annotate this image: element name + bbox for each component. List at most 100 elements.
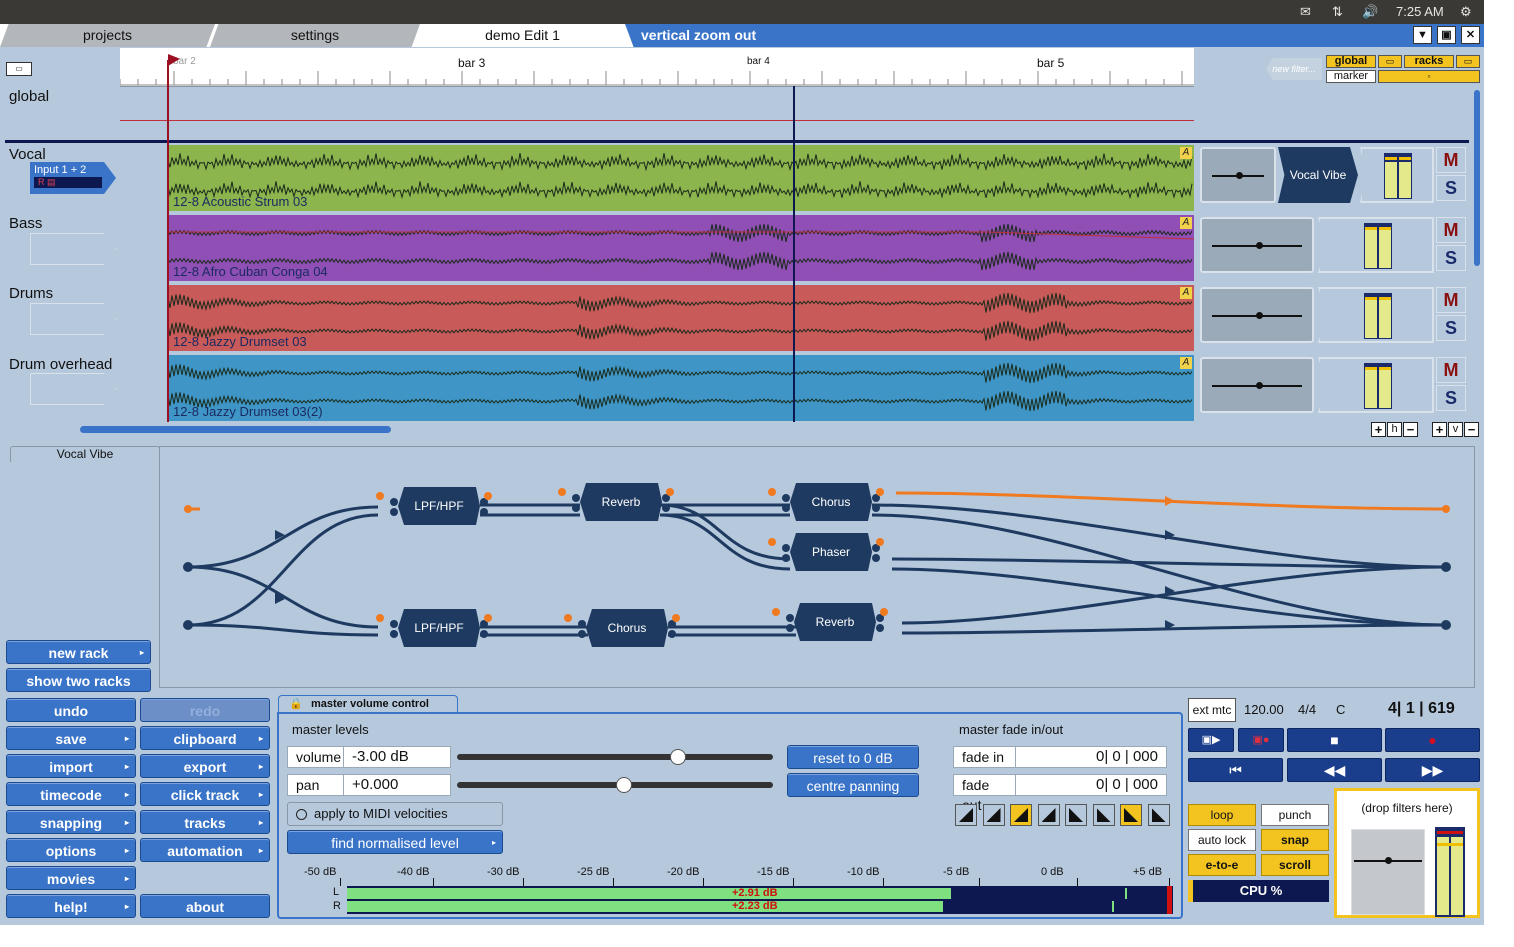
punch-button[interactable]: punch: [1261, 804, 1329, 826]
timecode-button[interactable]: timecode ▸: [6, 782, 136, 806]
rack-pin[interactable]: [876, 488, 884, 496]
rack-pin[interactable]: [768, 538, 776, 546]
link-button[interactable]: ▭: [1378, 55, 1402, 68]
mute-button[interactable]: M: [1436, 287, 1466, 313]
zoom-h-plus[interactable]: +: [1371, 422, 1386, 437]
audio-clip[interactable]: 12-8 Jazzy Drumset 03 A: [168, 285, 1194, 351]
track-volume-plugin[interactable]: [1200, 357, 1314, 413]
fader-knob[interactable]: [1236, 172, 1243, 179]
rack-pin[interactable]: [880, 608, 888, 616]
snapping-button[interactable]: snapping ▸: [6, 810, 136, 834]
master-tab[interactable]: 🔒 master volume control: [278, 695, 458, 713]
rack-connection[interactable]: [480, 625, 588, 637]
fade-shape-button[interactable]: [1065, 804, 1087, 826]
e-to-e-button[interactable]: e-to-e: [1188, 854, 1256, 876]
input-slot[interactable]: [30, 233, 116, 265]
level-meter-plugin[interactable]: [1360, 147, 1434, 203]
rack-pin[interactable]: [390, 508, 398, 516]
volume-value-field[interactable]: -3.00 dB: [343, 746, 451, 768]
rack-pin[interactable]: [786, 624, 794, 632]
audio-clip[interactable]: 12-8 Jazzy Drumset 03(2) A: [168, 355, 1194, 421]
mute-button[interactable]: M: [1436, 147, 1466, 173]
mute-button[interactable]: M: [1436, 217, 1466, 243]
zoom-v-plus[interactable]: +: [1432, 422, 1447, 437]
racks-button[interactable]: racks: [1404, 55, 1454, 68]
close-button[interactable]: ✕: [1461, 26, 1480, 44]
rack-plugin-node[interactable]: Reverb: [794, 603, 876, 641]
master-filter-drop-zone[interactable]: (drop filters here): [1334, 788, 1480, 918]
track-name-bass[interactable]: Bass: [9, 215, 42, 232]
vertical-scrollbar[interactable]: [1474, 90, 1480, 266]
rack-pin[interactable]: [390, 498, 398, 506]
rack-pin[interactable]: [662, 504, 670, 512]
rack-pin[interactable]: [564, 614, 572, 622]
master-fader[interactable]: [1351, 829, 1425, 915]
rack-editor[interactable]: LPF/HPF Reverb Chorus Phaser LPF/HPF Chorus Re…: [159, 446, 1475, 688]
rack-pin[interactable]: [876, 538, 884, 546]
fader-knob[interactable]: [1256, 312, 1263, 319]
tempo-display[interactable]: 120.00: [1244, 702, 1284, 717]
input-device-box[interactable]: Input 1 + 2R ▤: [30, 162, 116, 194]
rack-pin[interactable]: [782, 544, 790, 552]
automation-button[interactable]: automation ▸: [140, 838, 270, 862]
rack-pin[interactable]: [872, 504, 880, 512]
input-slot[interactable]: [30, 373, 116, 405]
track-volume-plugin[interactable]: [1200, 147, 1276, 203]
fade-shape-button[interactable]: [1092, 804, 1115, 826]
fade-in-field[interactable]: 0| 0 | 000: [1015, 746, 1167, 768]
network-icon[interactable]: ⇅: [1332, 4, 1343, 20]
rack-pin[interactable]: [786, 614, 794, 622]
new-filter-button[interactable]: new filter...: [1266, 58, 1322, 80]
audio-clip[interactable]: 12-8 Afro Cuban Conga 04 A: [168, 215, 1194, 281]
dropdown-button[interactable]: ▼: [1413, 26, 1432, 44]
rack-pin[interactable]: [578, 620, 586, 628]
global-track[interactable]: [120, 86, 1194, 139]
export-button[interactable]: export ▸: [140, 754, 270, 778]
snap-button[interactable]: snap: [1261, 829, 1329, 851]
mute-button[interactable]: M: [1436, 357, 1466, 383]
rack-pin[interactable]: [772, 608, 780, 616]
tracks-button[interactable]: tracks ▸: [140, 810, 270, 834]
vertical-zoom-out-tab[interactable]: vertical zoom out: [625, 24, 1484, 47]
rack-connection[interactable]: [668, 625, 796, 637]
go-to-start-button[interactable]: ⏮: [1188, 758, 1283, 782]
rack-pin[interactable]: [572, 504, 580, 512]
pan-slider[interactable]: [457, 777, 773, 793]
rack-pin[interactable]: [782, 504, 790, 512]
fade-shape-button[interactable]: [1147, 804, 1170, 826]
options-button[interactable]: options ▸: [6, 838, 136, 862]
vocal-vibe-rack-plugin[interactable]: Vocal Vibe: [1278, 147, 1358, 203]
rack-plugin-node[interactable]: Chorus: [586, 609, 668, 647]
record-button[interactable]: ●: [1385, 728, 1480, 752]
fade-shape-button[interactable]: [1120, 804, 1142, 826]
time-sig-display[interactable]: 4/4: [1298, 702, 1316, 717]
audio-clip[interactable]: 12-8 Acoustic Strum 03 A: [168, 145, 1194, 211]
find-normalised-level-button[interactable]: find normalised level ▸: [287, 830, 503, 854]
tab-projects[interactable]: projects: [0, 24, 215, 47]
new-rack-button[interactable]: new rack ▸: [6, 640, 151, 664]
fade-shape-button[interactable]: [1037, 804, 1060, 826]
rack-sidechain-pin[interactable]: [184, 505, 192, 513]
rack-plugin-node[interactable]: Chorus: [790, 483, 872, 521]
tracks-panel-toggle[interactable]: ▭: [6, 62, 32, 76]
volume-icon[interactable]: 🔊: [1362, 4, 1378, 20]
save-button[interactable]: save ▸: [6, 726, 136, 750]
fade-shape-button[interactable]: [982, 804, 1005, 826]
rack-connection[interactable]: [187, 623, 379, 637]
gear-icon[interactable]: ⚙: [1460, 4, 1472, 20]
record-enable-indicator[interactable]: R ▤: [34, 177, 102, 188]
rack-connection[interactable]: [480, 503, 580, 517]
centre-panning-button[interactable]: centre panning: [787, 773, 919, 797]
solo-button[interactable]: S: [1436, 385, 1466, 411]
rack-output-pin[interactable]: [1441, 562, 1451, 572]
record-arm-button[interactable]: ▣●: [1238, 728, 1284, 752]
volume-slider[interactable]: [457, 749, 773, 765]
tab-settings[interactable]: settings: [210, 24, 420, 47]
rack-pin[interactable]: [572, 494, 580, 502]
level-meter-plugin[interactable]: [1318, 217, 1434, 273]
marker-option-button[interactable]: ▫: [1378, 70, 1480, 83]
solo-button[interactable]: S: [1436, 175, 1466, 201]
track-volume-plugin[interactable]: [1200, 217, 1314, 273]
rack-pin[interactable]: [480, 508, 488, 516]
timeline-ruler[interactable]: bar 2 bar 3 bar 4 bar 5: [120, 48, 1194, 86]
